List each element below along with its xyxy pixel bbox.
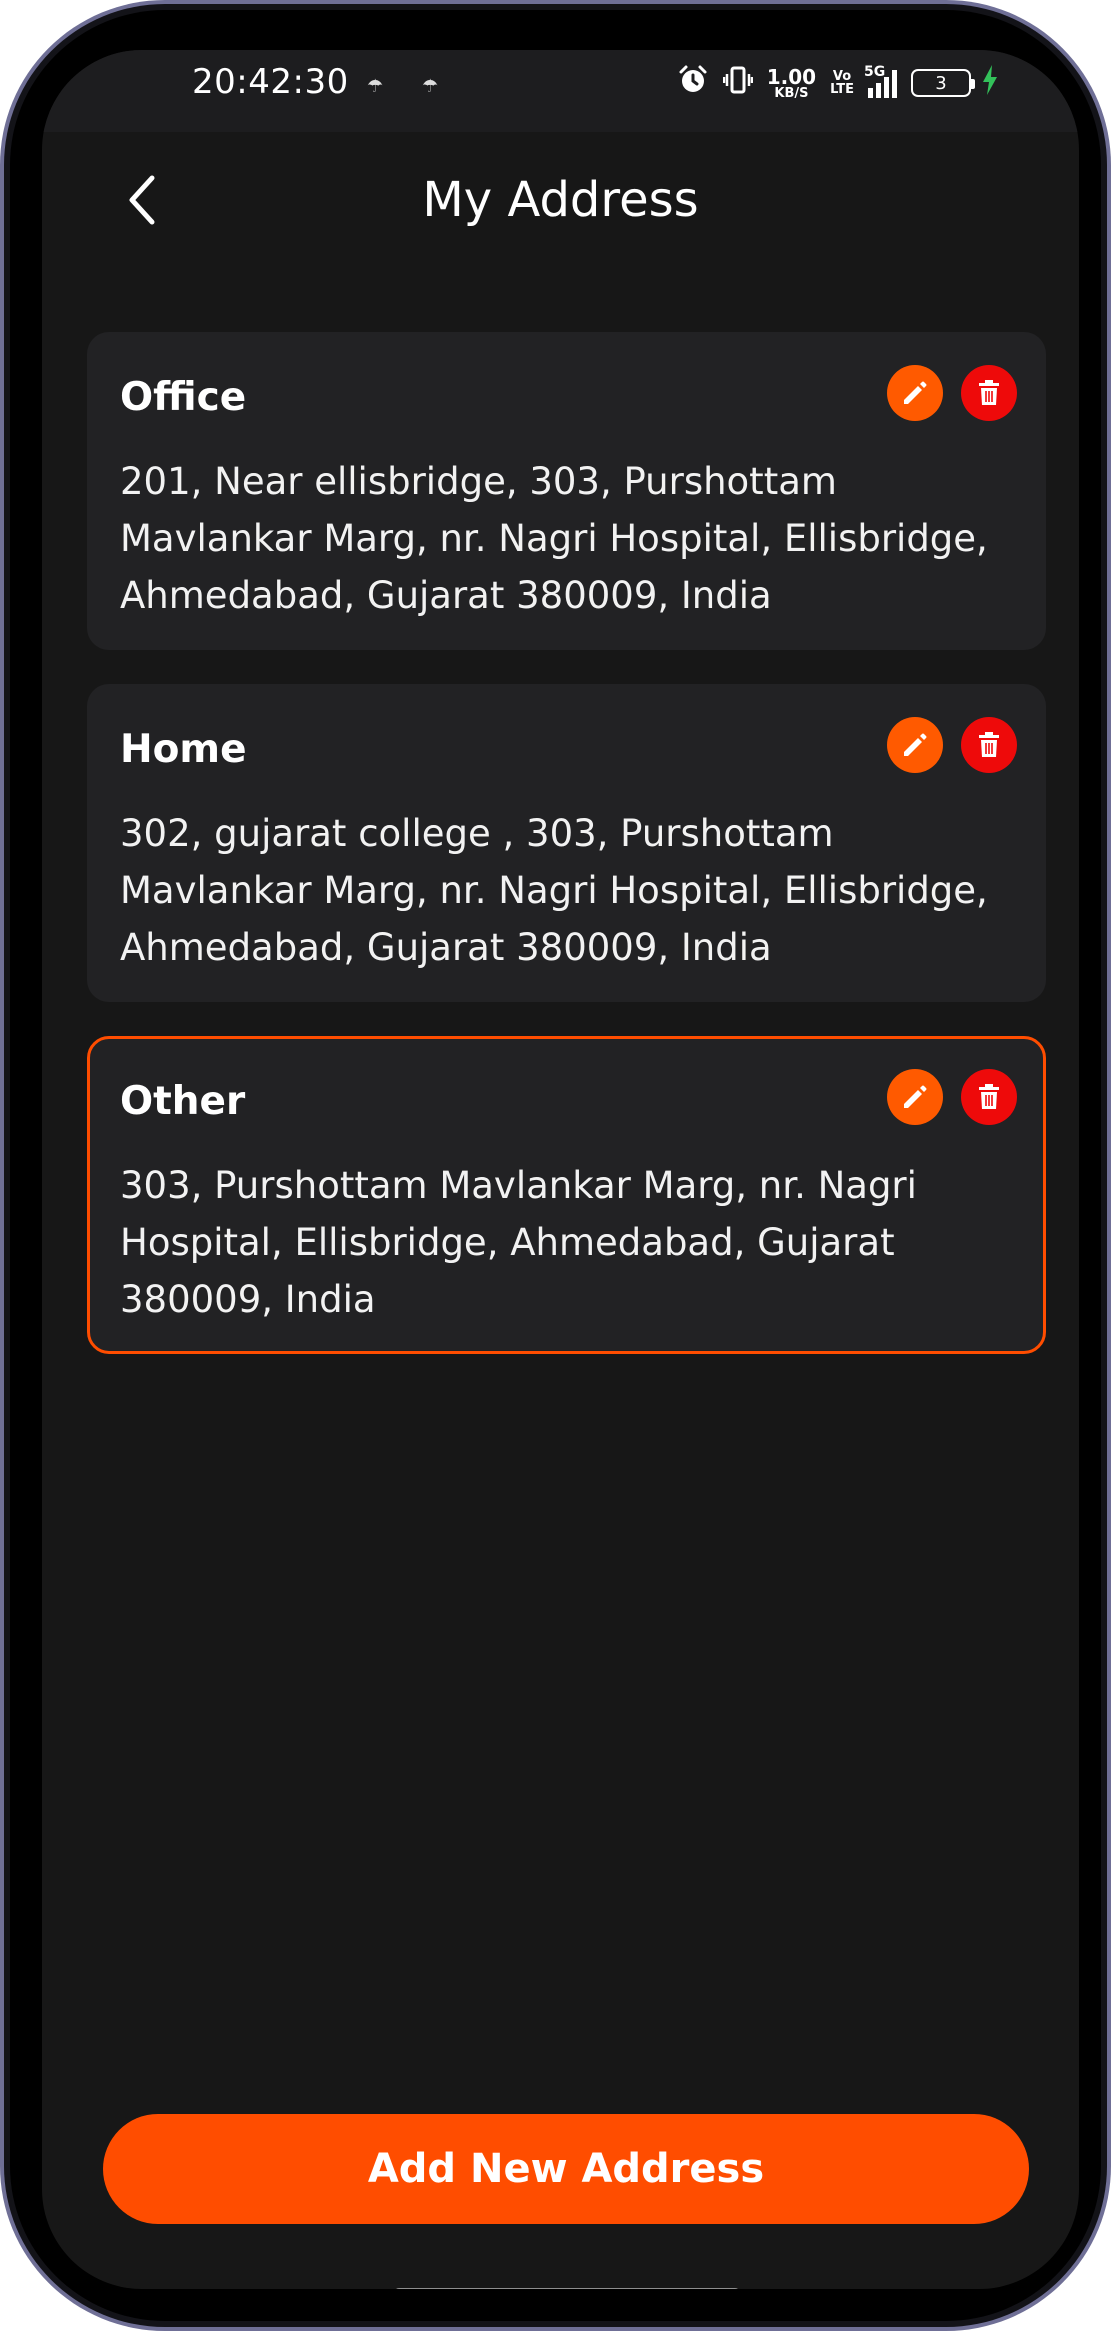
network-type: 5G — [864, 64, 886, 80]
volte-indicator: Vo LTE — [830, 70, 854, 96]
charging-icon — [981, 64, 999, 102]
delete-address-button[interactable] — [961, 1069, 1017, 1125]
card-actions — [887, 365, 1017, 421]
app-screen: 20:42:30 ☂ ☂ 1.00 KB/S Vo LTE 5G 3 My Ad… — [42, 50, 1079, 2289]
delete-address-button[interactable] — [961, 365, 1017, 421]
battery-level: 3 — [935, 72, 947, 94]
edit-address-button[interactable] — [887, 717, 943, 773]
edit-address-button[interactable] — [887, 365, 943, 421]
trash-icon — [979, 1084, 999, 1109]
address-text: 302, gujarat college , 303, Purshottam M… — [120, 812, 988, 969]
pencil-icon — [904, 733, 927, 756]
pencil-icon — [904, 381, 927, 404]
home-indicator[interactable] — [394, 2288, 740, 2289]
trash-icon — [979, 732, 999, 757]
vibrate-icon — [722, 64, 753, 102]
network-speed-value: 1.00 — [766, 64, 817, 89]
add-new-address-button[interactable]: Add New Address — [103, 2114, 1029, 2224]
trash-icon — [979, 380, 999, 405]
address-text: 303, Purshottam Mavlankar Marg, nr. Nagr… — [120, 1164, 917, 1321]
status-icons: 1.00 KB/S Vo LTE 5G 3 — [677, 64, 999, 102]
address-label: Other — [120, 1079, 246, 1124]
device-frame: 20:42:30 ☂ ☂ 1.00 KB/S Vo LTE 5G 3 My Ad… — [0, 0, 1111, 2331]
network-speed: 1.00 KB/S — [767, 67, 816, 100]
cloud-icon: ☂ — [422, 76, 439, 97]
delete-address-button[interactable] — [961, 717, 1017, 773]
status-time: 20:42:30 — [192, 62, 349, 102]
device-inner: 20:42:30 ☂ ☂ 1.00 KB/S Vo LTE 5G 3 My Ad… — [4, 4, 1107, 2327]
address-card-office[interactable]: Office 201, Near ellisbridge, 303, Pursh… — [87, 332, 1046, 650]
signal-icon: 5G — [864, 64, 897, 98]
page-title: My Address — [422, 172, 699, 228]
volte-bottom: LTE — [830, 82, 854, 97]
device-bezel: 20:42:30 ☂ ☂ 1.00 KB/S Vo LTE 5G 3 My Ad… — [10, 10, 1101, 2321]
address-label: Home — [120, 727, 247, 772]
battery-icon: 3 — [911, 69, 975, 97]
address-label: Office — [120, 375, 247, 420]
address-text: 201, Near ellisbridge, 303, Purshottam M… — [120, 460, 988, 617]
card-actions — [887, 1069, 1017, 1125]
card-actions — [887, 717, 1017, 773]
address-card-home[interactable]: Home 302, gujarat college , 303, Purshot… — [87, 684, 1046, 1002]
alarm-icon — [677, 64, 709, 102]
cloud-icon: ☂ — [367, 76, 384, 97]
edit-address-button[interactable] — [887, 1069, 943, 1125]
status-bar: 20:42:30 ☂ ☂ 1.00 KB/S Vo LTE 5G 3 — [42, 50, 1079, 132]
address-list: Office 201, Near ellisbridge, 303, Pursh… — [87, 332, 1046, 1388]
address-card-other[interactable]: Other 303, Purshottam Mavlankar Marg, nr… — [87, 1036, 1046, 1354]
pencil-icon — [904, 1085, 927, 1108]
network-speed-unit: KB/S — [774, 85, 809, 101]
